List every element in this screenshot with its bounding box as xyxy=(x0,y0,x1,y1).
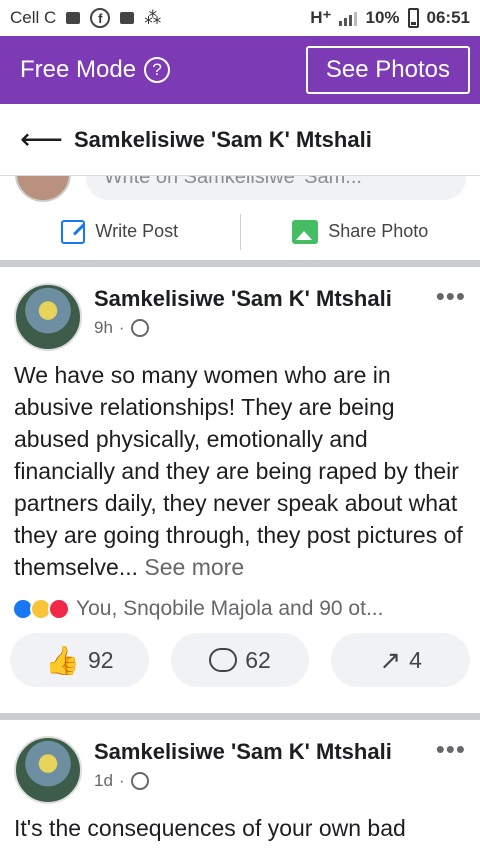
timestamp[interactable]: 9h xyxy=(94,318,113,338)
see-photos-button[interactable]: See Photos xyxy=(305,46,470,94)
signal-icon xyxy=(339,10,358,26)
author-row: Samkelisiwe 'Sam K' Mtshali ••• xyxy=(94,281,466,312)
avatar[interactable] xyxy=(14,736,82,804)
share-icon: ↗ xyxy=(379,644,402,675)
like-count: 92 xyxy=(87,646,114,673)
post-meta: Samkelisiwe 'Sam K' Mtshali ••• 1d · xyxy=(94,734,466,800)
profile-header: ⟵ Samkelisiwe 'Sam K' Mtshali xyxy=(0,104,480,176)
back-arrow-icon[interactable]: ⟵ xyxy=(20,122,63,157)
free-mode-label: Free Mode xyxy=(20,56,137,83)
comment-icon xyxy=(209,648,238,672)
post-author[interactable]: Samkelisiwe 'Sam K' Mtshali xyxy=(94,286,392,312)
author-row: Samkelisiwe 'Sam K' Mtshali ••• xyxy=(94,734,466,765)
thumbs-up-icon: 👍 xyxy=(45,644,80,676)
comment-count: 62 xyxy=(245,646,271,673)
post-text: It's the consequences of your own bad xyxy=(14,815,406,841)
see-more-link[interactable]: See more xyxy=(144,554,244,580)
facebook-icon: f xyxy=(90,8,111,28)
separator-dot: · xyxy=(118,771,125,790)
clock: 06:51 xyxy=(426,8,470,27)
post: Samkelisiwe 'Sam K' Mtshali ••• 1d · It'… xyxy=(0,720,480,844)
people-icon: ⁂ xyxy=(144,8,162,27)
post-text: We have so many women who are in abusive… xyxy=(14,362,463,580)
reactions-summary[interactable]: You, Snqobile Majola and 90 ot... xyxy=(0,583,480,623)
globe-icon xyxy=(130,772,149,790)
more-options-icon[interactable]: ••• xyxy=(436,734,466,765)
share-photo-button[interactable]: Share Photo xyxy=(241,219,480,244)
free-mode-toggle[interactable]: Free Mode ? xyxy=(20,56,171,84)
post-composer: Write on Samkelisiwe 'Sam... xyxy=(0,176,480,203)
share-photo-label: Share Photo xyxy=(328,221,429,241)
status-bar: Cell C f ⁂ H⁺ 10% 06:51 xyxy=(0,0,480,36)
like-button[interactable]: 👍 92 xyxy=(10,633,149,687)
post-divider xyxy=(0,713,480,720)
write-post-button[interactable]: Write Post xyxy=(0,219,240,244)
share-count: 4 xyxy=(409,646,422,673)
carrier-label: Cell C xyxy=(10,8,57,27)
page-title: Samkelisiwe 'Sam K' Mtshali xyxy=(74,126,372,152)
network-type: H⁺ xyxy=(310,8,332,27)
status-right: H⁺ 10% 06:51 xyxy=(310,8,470,28)
edit-icon xyxy=(61,219,86,244)
share-button[interactable]: ↗ 4 xyxy=(331,633,471,687)
globe-icon xyxy=(130,319,149,337)
free-mode-bar: Free Mode ? See Photos xyxy=(0,36,480,104)
composer-avatar xyxy=(15,176,71,202)
avatar[interactable] xyxy=(14,283,82,351)
composer-input[interactable]: Write on Samkelisiwe 'Sam... xyxy=(86,176,466,200)
comment-button[interactable]: 62 xyxy=(170,633,310,687)
composer-actions: Write Post Share Photo xyxy=(0,203,480,267)
chat-icon xyxy=(120,12,135,24)
love-reaction-icon xyxy=(48,598,70,620)
post-body: We have so many women who are in abusive… xyxy=(0,351,480,583)
status-left: Cell C f ⁂ xyxy=(10,8,161,28)
timestamp[interactable]: 1d xyxy=(94,771,113,791)
reactions-text: You, Snqobile Majola and 90 ot... xyxy=(76,597,384,620)
post-actions: 👍 92 62 ↗ 4 xyxy=(0,623,480,699)
post-body: It's the consequences of your own bad xyxy=(0,800,480,844)
message-icon xyxy=(66,12,81,24)
reaction-icons xyxy=(12,598,70,620)
more-options-icon[interactable]: ••• xyxy=(436,281,466,312)
post-meta: Samkelisiwe 'Sam K' Mtshali ••• 9h · xyxy=(94,281,466,351)
separator-dot: · xyxy=(118,318,125,337)
photo-icon xyxy=(292,219,319,244)
post-time: 9h · xyxy=(94,318,466,338)
post-author[interactable]: Samkelisiwe 'Sam K' Mtshali xyxy=(94,739,392,765)
battery-percent: 10% xyxy=(365,8,400,27)
post: Samkelisiwe 'Sam K' Mtshali ••• 9h · We … xyxy=(0,267,480,720)
help-icon[interactable]: ? xyxy=(144,57,171,83)
write-post-label: Write Post xyxy=(95,221,179,241)
post-header: Samkelisiwe 'Sam K' Mtshali ••• 1d · xyxy=(0,720,480,804)
post-time: 1d · xyxy=(94,771,466,791)
post-header: Samkelisiwe 'Sam K' Mtshali ••• 9h · xyxy=(0,267,480,351)
battery-icon xyxy=(407,8,419,28)
